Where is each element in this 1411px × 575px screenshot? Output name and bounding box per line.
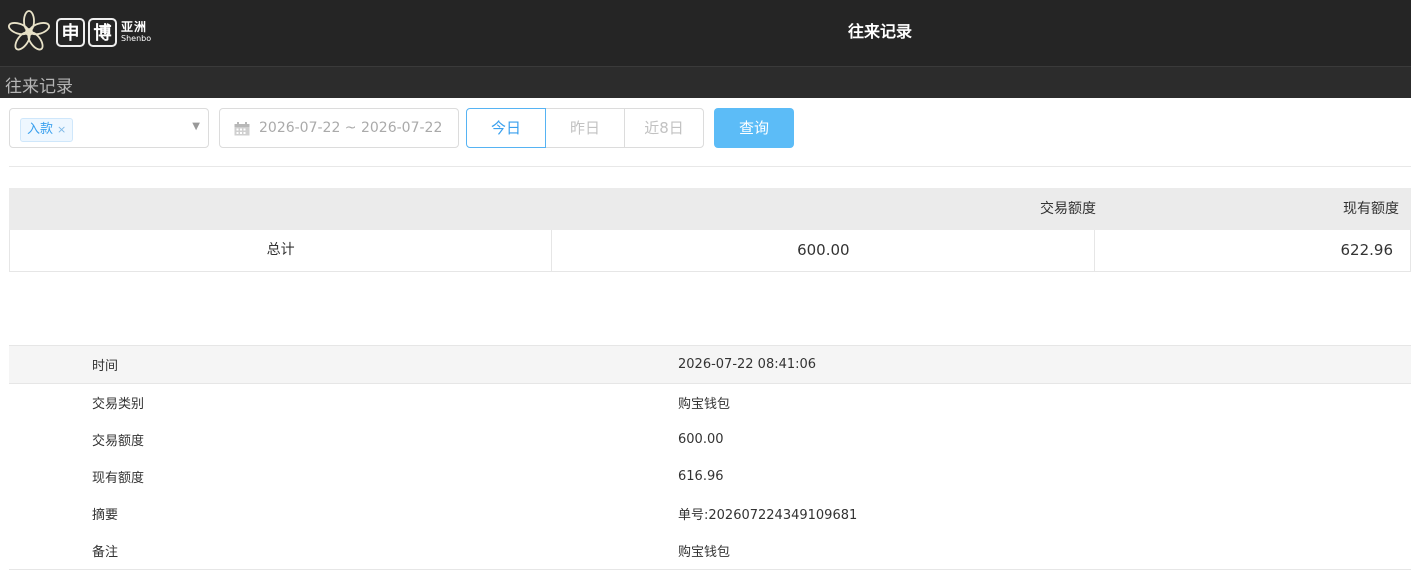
caret-down-icon[interactable]: ▼ xyxy=(192,121,200,132)
detail-label: 摘要 xyxy=(92,508,119,523)
detail-row-remark: 备注 购宝钱包 xyxy=(9,532,1411,569)
date-range-picker[interactable]: 2026-07-22 ~ 2026-07-22 xyxy=(219,108,459,148)
transaction-type-select[interactable]: 入款 × ▼ xyxy=(9,108,209,148)
detail-label: 现有额度 xyxy=(92,471,145,486)
query-button[interactable]: 查询 xyxy=(714,108,794,148)
summary-header-row: 交易额度 现有额度 xyxy=(9,188,1411,230)
detail-label: 交易类别 xyxy=(92,397,145,412)
detail-row-balance: 现有额度 616.96 xyxy=(9,458,1411,495)
detail-label: 时间 xyxy=(92,359,119,374)
summary-header-amount: 交易额度 xyxy=(1040,201,1096,217)
page-title-wrap: 往来记录 xyxy=(0,0,1411,64)
detail-label: 交易额度 xyxy=(92,434,145,449)
section-title: 往来记录 xyxy=(5,77,73,97)
quick-8days-button[interactable]: 近8日 xyxy=(624,108,704,148)
page-title: 往来记录 xyxy=(847,22,912,41)
summary-total-row: 总计 600.00 622.96 xyxy=(9,230,1411,272)
calendar-icon xyxy=(234,122,250,136)
summary-table: 交易额度 现有额度 总计 600.00 622.96 xyxy=(9,188,1411,272)
summary-total-amount: 600.00 xyxy=(552,230,1096,271)
top-bar: 申 博 亚洲 Shenbo 往来记录 xyxy=(0,0,1411,66)
sub-header: 往来记录 xyxy=(0,66,1411,98)
quick-today-button[interactable]: 今日 xyxy=(466,108,546,148)
detail-row-time: 时间 2026-07-22 08:41:06 xyxy=(9,346,1411,384)
tag-close-icon[interactable]: × xyxy=(57,123,66,136)
summary-header-empty xyxy=(9,188,552,230)
detail-row-amount: 交易额度 600.00 xyxy=(9,421,1411,458)
type-tag-label: 入款 xyxy=(27,122,54,137)
detail-label: 备注 xyxy=(92,545,119,560)
summary-total-label: 总计 xyxy=(10,230,553,271)
detail-value: 购宝钱包 xyxy=(678,545,731,560)
detail-value: 2026-07-22 08:41:06 xyxy=(678,357,817,372)
date-range-value: 2026-07-22 ~ 2026-07-22 xyxy=(259,120,443,136)
summary-total-balance: 622.96 xyxy=(1340,241,1394,259)
quick-yesterday-button[interactable]: 昨日 xyxy=(545,108,625,148)
detail-row-summary: 摘要 单号:202607224349109681 xyxy=(9,495,1411,532)
divider xyxy=(9,166,1411,167)
summary-header-balance: 现有额度 xyxy=(1343,201,1399,217)
detail-value: 616.96 xyxy=(678,469,724,484)
detail-value: 600.00 xyxy=(678,432,724,447)
detail-value: 单号:202607224349109681 xyxy=(678,508,858,523)
detail-row-type: 交易类别 购宝钱包 xyxy=(9,384,1411,421)
detail-value: 购宝钱包 xyxy=(678,397,731,412)
type-tag: 入款 × xyxy=(20,118,74,142)
detail-table: 时间 2026-07-22 08:41:06 交易类别 购宝钱包 交易额度 60… xyxy=(9,345,1411,570)
